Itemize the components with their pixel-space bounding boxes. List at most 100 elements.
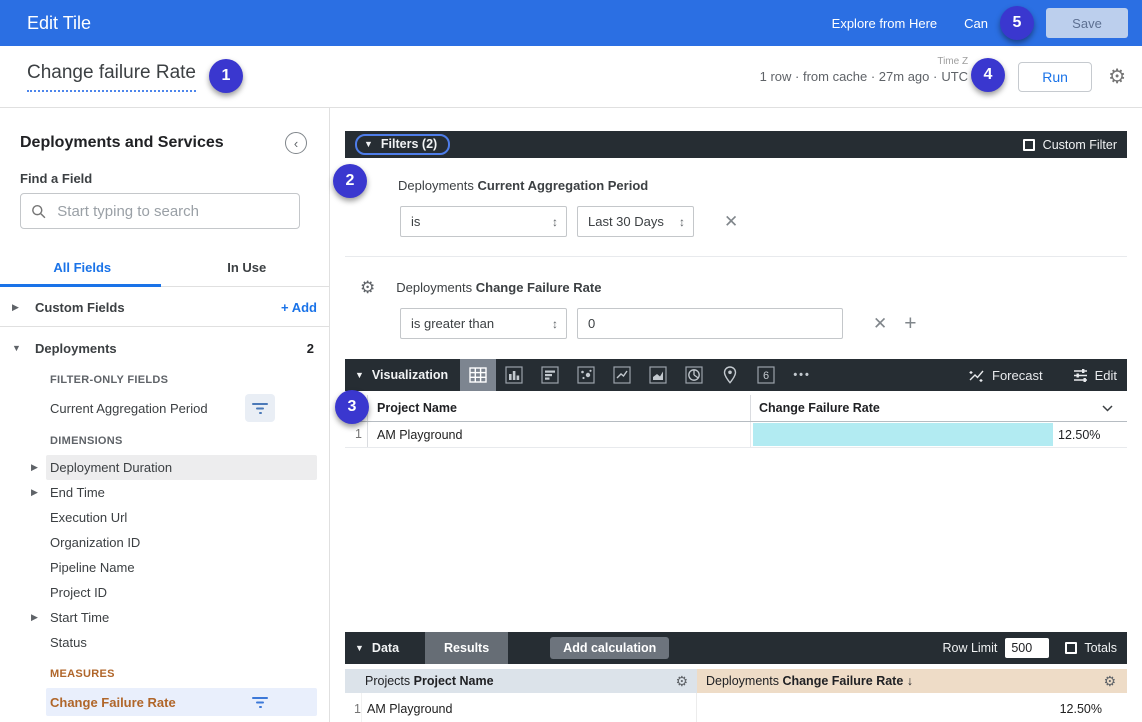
sort-desc-icon: ↓ (907, 674, 913, 688)
forecast-button[interactable]: Forecast (968, 368, 1043, 383)
viz-type-table-icon[interactable] (460, 359, 496, 391)
row-number: 1 (345, 693, 362, 722)
field-execution-url[interactable]: Execution Url (46, 505, 317, 530)
query-settings-gear-icon[interactable]: ⚙ (1108, 67, 1126, 87)
explore-from-here-link[interactable]: Explore from Here (832, 16, 937, 31)
filter-active-icon[interactable] (252, 696, 269, 708)
timezone-label: Time Z (937, 56, 968, 67)
data-col-project-name[interactable]: Projects Project Name ⚙ (345, 669, 697, 693)
remove-filter-icon[interactable]: ✕ (724, 213, 738, 230)
visualization-section-bar: ▼ Visualization (345, 359, 1127, 391)
chevron-down-icon: ▼ (355, 370, 364, 380)
field-status[interactable]: Status (46, 630, 317, 655)
collapse-sidebar-icon[interactable]: ‹ (285, 132, 307, 154)
filter-row-controls: is greater than↕ ✕ + (400, 308, 1127, 339)
tab-results[interactable]: Results (425, 632, 508, 664)
chevron-right-icon[interactable]: ▶ (12, 302, 26, 313)
search-input[interactable] (57, 203, 289, 220)
totals-checkbox[interactable] (1065, 642, 1077, 654)
field-change-failure-rate[interactable]: Change Failure Rate (46, 688, 317, 716)
filter-value-select[interactable]: Last 30 Days↕ (577, 206, 694, 237)
totals-toggle: Totals (1065, 641, 1117, 655)
add-filter-icon[interactable]: + (904, 313, 916, 334)
viz-type-bar-chart-icon[interactable] (532, 359, 568, 391)
column-gear-icon[interactable]: ⚙ (1103, 674, 1116, 688)
custom-filter-toggle: Custom Filter (1023, 138, 1117, 152)
viz-type-line-chart-icon[interactable] (604, 359, 640, 391)
field-organization-id[interactable]: Organization ID (46, 530, 317, 555)
viz-empty-area (345, 448, 1127, 632)
field-search-box[interactable] (20, 193, 300, 229)
project-name-cell: AM Playground (368, 422, 750, 447)
field-pipeline-name[interactable]: Pipeline Name (46, 555, 317, 580)
callout-badge-3: 3 (335, 390, 369, 424)
tab-in-use[interactable]: In Use (165, 249, 330, 286)
field-list: ▶ Custom Fields + Add ▼ Deployments 2 FI… (0, 294, 329, 722)
filter-active-icon[interactable] (245, 394, 275, 422)
edit-viz-button[interactable]: Edit (1073, 368, 1117, 383)
dimensions-header: DIMENSIONS (50, 435, 317, 450)
filters-section-toggle[interactable]: ▼ Filters (2) (355, 134, 450, 155)
data-section-toggle[interactable]: ▼ Data (355, 641, 399, 655)
tile-title-editable[interactable]: Change failure Rate (27, 62, 196, 92)
explore-main-panel: ▼ Filters (2) Custom Filter Deployments … (331, 108, 1142, 722)
top-app-bar: Edit Tile Explore from Here Can Save (0, 0, 1142, 46)
row-limit-input[interactable] (1005, 638, 1049, 658)
explore-view-title: Deployments and Services (20, 134, 224, 152)
add-calculation-button[interactable]: Add calculation (550, 637, 669, 659)
viz-type-more-icon[interactable]: ••• (784, 359, 820, 391)
chevron-right-icon[interactable]: ▶ (31, 612, 43, 623)
top-bar-actions: Explore from Here Can Save (832, 8, 1128, 38)
sidebar-item-deployments[interactable]: ▼ Deployments 2 (12, 335, 317, 361)
divider (345, 256, 1127, 257)
field-end-time[interactable]: ▶ End Time (46, 480, 317, 505)
chevron-down-icon: ▼ (355, 643, 364, 653)
viz-col-project-name[interactable]: Project Name (368, 395, 750, 421)
callout-badge-1: 1 (209, 59, 243, 93)
field-deployment-duration[interactable]: ▶ Deployment Duration (46, 455, 317, 480)
field-start-time[interactable]: ▶ Start Time (46, 605, 317, 630)
field-failed-deployments[interactable]: Failed Deployments (46, 716, 317, 722)
filter-operator-select[interactable]: is greater than↕ (400, 308, 567, 339)
sidebar-item-custom-fields[interactable]: ▶ Custom Fields + Add (12, 294, 317, 320)
data-results-table: Projects Project Name ⚙ Deployments Chan… (345, 669, 1127, 722)
column-gear-icon[interactable]: ⚙ (675, 674, 688, 688)
viz-table-row[interactable]: 1 AM Playground 12.50% (345, 422, 1127, 448)
viz-type-map-icon[interactable] (712, 359, 748, 391)
value-label: 12.50% (1058, 428, 1100, 442)
viz-type-column-chart-icon[interactable] (496, 359, 532, 391)
visualization-section-toggle[interactable]: ▼ Visualization (355, 368, 448, 382)
filter-settings-gear-icon[interactable]: ⚙ (360, 279, 375, 296)
callout-badge-4: 4 (971, 58, 1005, 92)
chevron-right-icon[interactable]: ▶ (31, 462, 43, 473)
cancel-link[interactable]: Can (964, 16, 988, 31)
viz-type-area-chart-icon[interactable] (640, 359, 676, 391)
filter-value-input[interactable] (577, 308, 843, 339)
chevron-right-icon[interactable]: ▶ (31, 487, 43, 498)
data-table-header: Projects Project Name ⚙ Deployments Chan… (345, 669, 1127, 693)
data-col-change-failure-rate[interactable]: Deployments Change Failure Rate ↓ ⚙ (697, 669, 1127, 693)
custom-filter-checkbox[interactable] (1023, 139, 1035, 151)
forecast-icon (968, 368, 985, 383)
viz-type-pie-chart-icon[interactable] (676, 359, 712, 391)
viz-col-change-failure-rate[interactable]: Change Failure Rate (750, 395, 1127, 421)
chevron-down-icon[interactable]: ▼ (12, 343, 26, 353)
add-custom-field-button[interactable]: + Add (281, 300, 317, 315)
timezone-value: Time Z UTC (941, 69, 968, 84)
run-button[interactable]: Run (1018, 62, 1092, 92)
remove-filter-icon[interactable]: ✕ (873, 315, 887, 332)
save-button[interactable]: Save (1046, 8, 1128, 38)
filter-operator-select[interactable]: is↕ (400, 206, 567, 237)
field-project-id[interactable]: Project ID (46, 580, 317, 605)
viz-type-single-value-icon[interactable]: 6 (748, 359, 784, 391)
viz-type-scatter-icon[interactable] (568, 359, 604, 391)
field-current-aggregation-period[interactable]: Current Aggregation Period (46, 394, 317, 422)
viz-table-header: Project Name Change Failure Rate (345, 395, 1127, 422)
data-table-row[interactable]: 1 AM Playground 12.50% (345, 693, 1127, 722)
field-picker-sidebar: Deployments and Services ‹ Find a Field … (0, 108, 330, 722)
tab-all-fields[interactable]: All Fields (0, 249, 165, 286)
column-menu-chevron-icon[interactable] (1102, 405, 1113, 412)
data-section-bar: ▼ Data Results Add calculation Row Limit… (345, 632, 1127, 664)
measures-header: MEASURES (50, 668, 317, 683)
viz-type-picker: 6 ••• (460, 359, 820, 391)
